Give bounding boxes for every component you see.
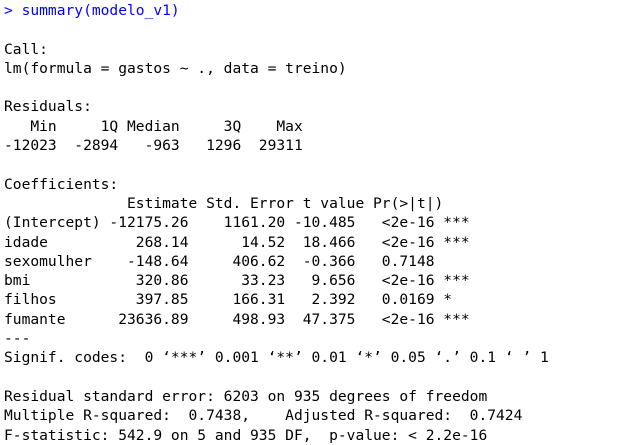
- residuals-header: Residuals:: [4, 98, 92, 116]
- residual-standard-error: Residual standard error: 6203 on 935 deg…: [4, 387, 488, 405]
- coefficient-row-idade: idade 268.14 14.52 18.466 <2e-16 ***: [4, 233, 470, 251]
- r-squared: Multiple R-squared: 0.7438, Adjusted R-s…: [4, 407, 532, 425]
- coefficient-row-intercept: (Intercept) -12175.26 1161.20 -10.485 <2…: [4, 214, 470, 232]
- coefficient-row-sexomulher: sexomulher -148.64 406.62 -0.366 0.7148: [4, 252, 470, 270]
- r-console-output: > summary(modelo_v1) Call: lm(formula = …: [4, 1, 634, 445]
- coefficient-row-fumante: fumante 23636.89 498.93 47.375 <2e-16 **…: [4, 310, 470, 328]
- coefficient-row-bmi: bmi 320.86 33.23 9.656 <2e-16 ***: [4, 272, 470, 290]
- console-command: > summary(modelo_v1): [4, 2, 180, 19]
- coefficient-row-filhos: filhos 397.85 166.31 2.392 0.0169 *: [4, 291, 470, 309]
- separator: ---: [4, 330, 31, 348]
- call-header: Call:: [4, 40, 48, 58]
- residuals-labels: Min 1Q Median 3Q Max: [4, 117, 312, 135]
- coefficients-header: Coefficients:: [4, 175, 119, 193]
- residuals-values: -12023 -2894 -963 1296 29311: [4, 137, 312, 155]
- signif-codes: Signif. codes: 0 ‘***’ 0.001 ‘**’ 0.01 ‘…: [4, 349, 549, 367]
- coefficients-column-headers: Estimate Std. Error t value Pr(>|t|): [4, 194, 479, 212]
- call-formula: lm(formula = gastos ~ ., data = treino): [4, 59, 347, 77]
